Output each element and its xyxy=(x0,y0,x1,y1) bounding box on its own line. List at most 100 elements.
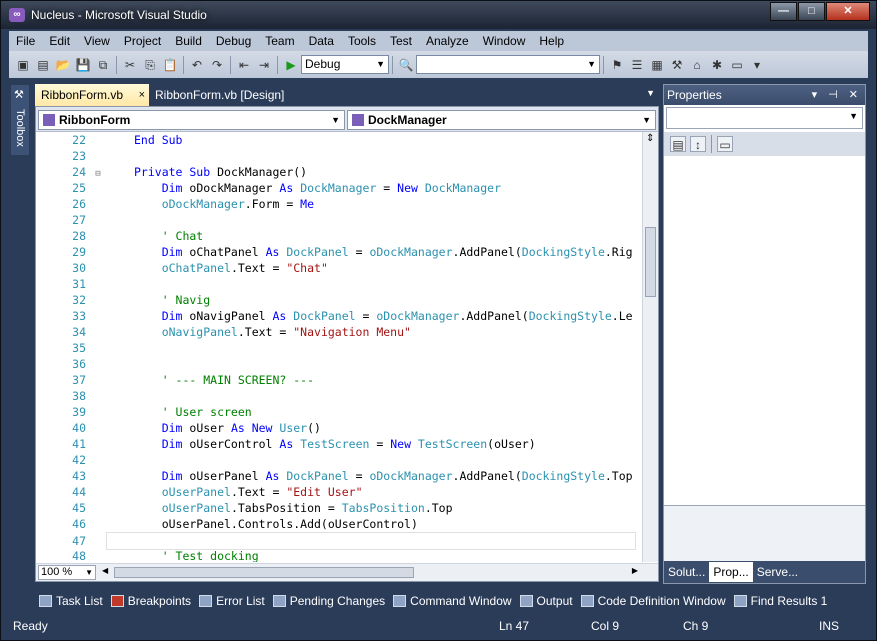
code-line[interactable]: 38 xyxy=(36,388,642,404)
menu-debug[interactable]: Debug xyxy=(209,34,258,48)
redo-icon[interactable]: ↷ xyxy=(209,57,225,73)
maximize-button[interactable]: □ xyxy=(798,2,825,21)
solution-configuration-select[interactable]: Debug ▼ xyxy=(301,55,389,74)
code-line[interactable]: 44 oUserPanel.Text = "Edit User" xyxy=(36,484,642,500)
tab-output[interactable]: Output xyxy=(516,594,577,608)
method-name-combo[interactable]: DockManager ▼ xyxy=(347,110,656,130)
tab-command-window[interactable]: Command Window xyxy=(389,594,515,608)
object-selector-combo[interactable]: ▼ xyxy=(666,107,863,129)
horizontal-scrollbar[interactable]: 100 % ▼ ◀ ▶ xyxy=(36,563,658,581)
scroll-right-icon[interactable]: ▶ xyxy=(632,566,638,575)
tab-error-list[interactable]: Error List xyxy=(195,594,269,608)
tab-breakpoints[interactable]: Breakpoints xyxy=(107,594,195,608)
code-line[interactable]: 36 xyxy=(36,356,642,372)
close-button[interactable]: ✕ xyxy=(826,2,870,21)
zoom-combo[interactable]: 100 % ▼ xyxy=(38,565,96,580)
toolbar-options-icon[interactable]: ▾ xyxy=(749,57,765,73)
toolbox-tab[interactable]: ⚒ Toolbox xyxy=(11,85,29,155)
vertical-scrollbar[interactable]: ⇕ xyxy=(642,132,658,562)
code-line[interactable]: 29 Dim oChatPanel As DockPanel = oDockMa… xyxy=(36,244,642,260)
code-line[interactable]: 23 xyxy=(36,148,642,164)
find-in-files-icon[interactable]: 🔍 xyxy=(398,57,414,73)
tab-ribbonform-design[interactable]: RibbonForm.vb [Design] xyxy=(149,84,299,106)
menu-edit[interactable]: Edit xyxy=(42,34,77,48)
menu-file[interactable]: File xyxy=(9,34,42,48)
code-line[interactable]: 43 Dim oUserPanel As DockPanel = oDockMa… xyxy=(36,468,642,484)
save-icon[interactable]: 💾 xyxy=(75,57,91,73)
code-line[interactable]: 25 Dim oDockManager As DockManager = New… xyxy=(36,180,642,196)
minimize-button[interactable]: — xyxy=(770,2,797,21)
object-browser-icon[interactable]: ▦ xyxy=(649,57,665,73)
code-line[interactable]: 34 oNavigPanel.Text = "Navigation Menu" xyxy=(36,324,642,340)
menu-test[interactable]: Test xyxy=(383,34,419,48)
code-line[interactable]: 22 End Sub xyxy=(36,132,642,148)
code-line[interactable]: 45 oUserPanel.TabsPosition = TabsPositio… xyxy=(36,500,642,516)
tab-code-definition-window[interactable]: Code Definition Window xyxy=(577,594,730,608)
menu-project[interactable]: Project xyxy=(117,34,168,48)
undo-icon[interactable]: ↶ xyxy=(189,57,205,73)
menu-help[interactable]: Help xyxy=(532,34,571,48)
cut-icon[interactable]: ✂ xyxy=(122,57,138,73)
code-line[interactable]: 26 oDockManager.Form = Me xyxy=(36,196,642,212)
code-line[interactable]: 27 xyxy=(36,212,642,228)
tab-ribbonform-vb[interactable]: RibbonForm.vb × xyxy=(35,84,149,106)
class-name-combo[interactable]: RibbonForm ▼ xyxy=(38,110,345,130)
code-line[interactable]: 41 Dim oUserControl As TestScreen = New … xyxy=(36,436,642,452)
close-tab-icon[interactable]: × xyxy=(139,84,145,106)
code-line[interactable]: 46 oUserPanel.Controls.Add(oUserControl) xyxy=(36,516,642,532)
code-text-area[interactable]: 22 End Sub 23 24 ⊟ Private Sub DockManager(… xyxy=(36,132,642,562)
menu-build[interactable]: Build xyxy=(168,34,209,48)
panel-window-buttons[interactable]: ▾ ⊣ ✕ xyxy=(812,85,862,105)
start-debugging-icon[interactable]: ▶ xyxy=(283,57,299,73)
start-page-icon[interactable]: ⌂ xyxy=(689,57,705,73)
tab-find-results-1[interactable]: Find Results 1 xyxy=(730,594,832,608)
solution-explorer-icon[interactable]: ⚑ xyxy=(609,57,625,73)
categorized-icon[interactable]: ▤ xyxy=(670,136,686,152)
tab-task-list[interactable]: Task List xyxy=(35,594,107,608)
menu-team[interactable]: Team xyxy=(258,34,301,48)
navigate-backward-icon[interactable]: ⇤ xyxy=(236,57,252,73)
code-line[interactable]: 35 xyxy=(36,340,642,356)
code-line[interactable]: 42 xyxy=(36,452,642,468)
active-files-dropdown-icon[interactable]: ▼ xyxy=(646,88,655,98)
code-line[interactable]: 47 xyxy=(36,532,642,550)
code-line[interactable]: 28 ' Chat xyxy=(36,228,642,244)
new-project-icon[interactable]: ▣ xyxy=(15,57,31,73)
horizontal-scroll-thumb[interactable] xyxy=(114,567,414,578)
command-window-icon[interactable]: ▭ xyxy=(729,57,745,73)
code-line[interactable]: 33 Dim oNavigPanel As DockPanel = oDockM… xyxy=(36,308,642,324)
code-line[interactable]: 48 ' Test docking xyxy=(36,548,642,562)
paste-icon[interactable]: 📋 xyxy=(162,57,178,73)
code-line[interactable]: 31 xyxy=(36,276,642,292)
tab-solution-explorer[interactable]: Solut... xyxy=(664,562,709,582)
scroll-left-icon[interactable]: ◀ xyxy=(102,566,108,575)
alphabetical-icon[interactable]: ↕ xyxy=(690,136,706,152)
add-item-icon[interactable]: ▤ xyxy=(35,57,51,73)
code-line[interactable]: 37 ' --- MAIN SCREEN? --- xyxy=(36,372,642,388)
code-line[interactable]: 40 Dim oUser As New User() xyxy=(36,420,642,436)
tab-properties[interactable]: Prop... xyxy=(709,562,753,582)
properties-window-icon[interactable]: ☰ xyxy=(629,57,645,73)
code-line[interactable]: 30 oChatPanel.Text = "Chat" xyxy=(36,260,642,276)
menu-analyze[interactable]: Analyze xyxy=(419,34,476,48)
toolbox-icon[interactable]: ⚒ xyxy=(669,57,685,73)
open-file-icon[interactable]: 📂 xyxy=(55,57,71,73)
code-line[interactable]: 32 ' Navig xyxy=(36,292,642,308)
code-line[interactable]: 24 ⊟ Private Sub DockManager() xyxy=(36,164,642,180)
vertical-scroll-thumb[interactable] xyxy=(645,227,656,297)
tab-pending-changes[interactable]: Pending Changes xyxy=(269,594,389,608)
extension-manager-icon[interactable]: ✱ xyxy=(709,57,725,73)
menu-data[interactable]: Data xyxy=(302,34,341,48)
save-all-icon[interactable]: ⧉ xyxy=(95,57,111,73)
copy-icon[interactable]: ⎘ xyxy=(142,57,158,73)
code-line[interactable]: 39 ' User screen xyxy=(36,404,642,420)
code-token: = xyxy=(369,437,391,451)
tab-server-explorer[interactable]: Serve... xyxy=(753,562,802,582)
find-combo[interactable]: ▼ xyxy=(416,55,600,74)
menu-view[interactable]: View xyxy=(77,34,117,48)
split-handle-icon[interactable]: ⇕ xyxy=(646,133,654,144)
menu-window[interactable]: Window xyxy=(476,34,533,48)
menu-tools[interactable]: Tools xyxy=(341,34,383,48)
navigate-forward-icon[interactable]: ⇥ xyxy=(256,57,272,73)
property-pages-icon[interactable]: ▭ xyxy=(717,136,733,152)
